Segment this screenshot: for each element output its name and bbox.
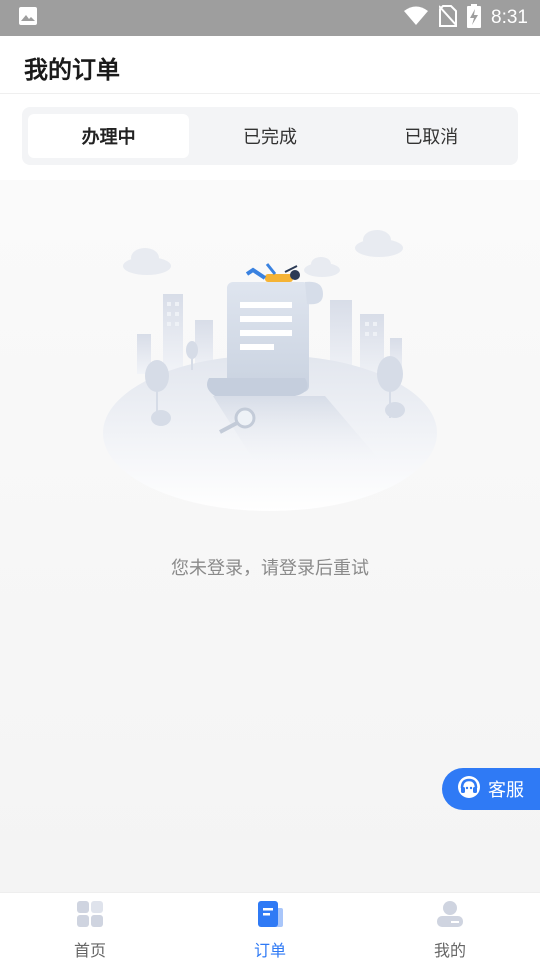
- tab-completed[interactable]: 已完成: [189, 114, 350, 158]
- nav-home-label: 首页: [73, 941, 106, 960]
- wifi-icon: [403, 6, 429, 30]
- header: 我的订单: [0, 36, 540, 94]
- page-title: 我的订单: [24, 56, 120, 84]
- profile-icon: [436, 900, 464, 932]
- nav-home[interactable]: 首页: [0, 893, 180, 960]
- no-sim-icon: [438, 5, 458, 31]
- tab-in-progress[interactable]: 办理中: [28, 114, 190, 158]
- empty-order-illustration: [95, 228, 445, 518]
- battery-charging-icon: [467, 4, 482, 32]
- status-bar: 8:31: [0, 0, 540, 36]
- clock: 8:31: [491, 7, 528, 28]
- customer-service-label: 客服: [488, 780, 524, 801]
- home-grid-icon: [76, 900, 104, 932]
- main-content: 您未登录，请登录后重试 客服: [0, 180, 540, 892]
- tabs-container: 办理中 已完成 已取消: [0, 94, 540, 180]
- bottom-nav: 首页 订单 我的: [0, 892, 540, 960]
- order-status-tabs: 办理中 已完成 已取消: [22, 107, 518, 165]
- tab-cancelled[interactable]: 已取消: [351, 114, 512, 158]
- headset-icon: [456, 774, 482, 805]
- image-icon: [18, 6, 38, 30]
- nav-profile-label: 我的: [433, 941, 466, 960]
- empty-state-message: 您未登录，请登录后重试: [171, 558, 369, 579]
- nav-profile[interactable]: 我的: [360, 893, 540, 960]
- order-icon: [256, 900, 284, 932]
- status-icons: 8:31: [403, 4, 528, 32]
- nav-orders[interactable]: 订单: [180, 893, 360, 960]
- nav-orders-label: 订单: [253, 941, 286, 960]
- customer-service-button[interactable]: 客服: [442, 768, 540, 810]
